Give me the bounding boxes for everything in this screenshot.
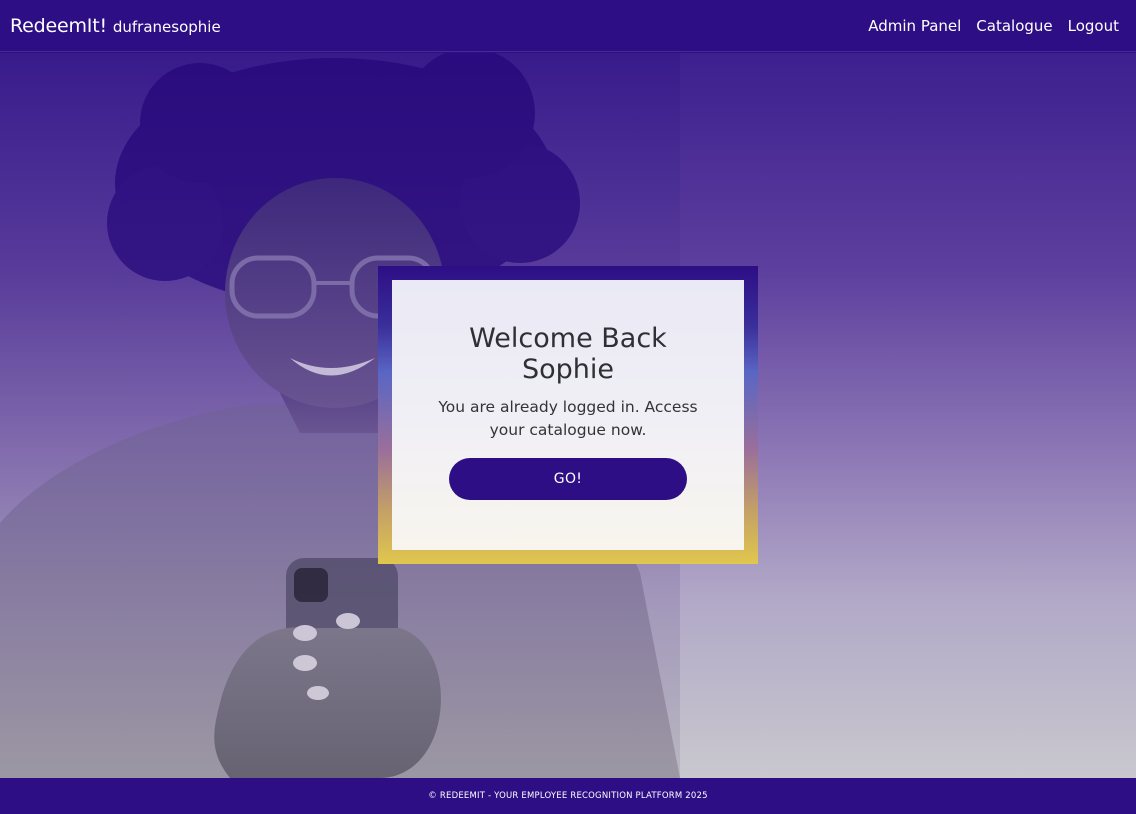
brand-name[interactable]: RedeemIt! [10, 15, 107, 37]
welcome-title: Welcome Back Sophie [469, 323, 667, 385]
welcome-card-frame: Welcome Back Sophie You are already logg… [378, 266, 758, 564]
brand[interactable]: RedeemIt! dufranesophie [10, 15, 221, 37]
current-username: dufranesophie [112, 17, 221, 36]
welcome-message: You are already logged in. Access your c… [438, 398, 698, 439]
nav-link-admin-panel[interactable]: Admin Panel [868, 17, 961, 35]
nav-links: Admin Panel Catalogue Logout [868, 17, 1126, 35]
nav-link-catalogue[interactable]: Catalogue [976, 17, 1052, 35]
footer: © REDEEMIT - YOUR EMPLOYEE RECOGNITION P… [0, 778, 1136, 814]
footer-text: © REDEEMIT - YOUR EMPLOYEE RECOGNITION P… [428, 791, 708, 801]
hero-section: Welcome Back Sophie You are already logg… [0, 53, 1136, 778]
nav-link-logout[interactable]: Logout [1068, 17, 1119, 35]
welcome-card: Welcome Back Sophie You are already logg… [392, 280, 744, 550]
top-navbar: RedeemIt! dufranesophie Admin Panel Cata… [0, 0, 1136, 52]
go-button[interactable]: GO! [449, 458, 687, 500]
